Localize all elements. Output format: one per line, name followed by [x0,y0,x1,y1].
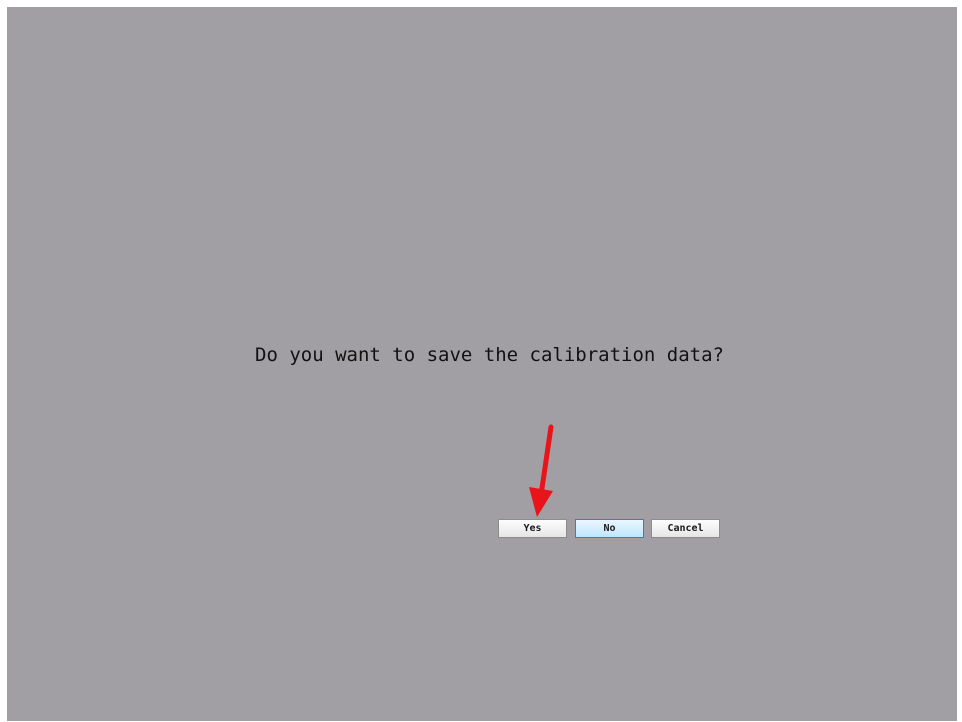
dialog-message: Do you want to save the calibration data… [255,344,724,366]
red-arrow-icon [529,424,554,517]
yes-button[interactable]: Yes [498,519,567,538]
no-button[interactable]: No [575,519,644,538]
dialog-background: Do you want to save the calibration data… [7,7,957,721]
cancel-button[interactable]: Cancel [651,519,720,538]
